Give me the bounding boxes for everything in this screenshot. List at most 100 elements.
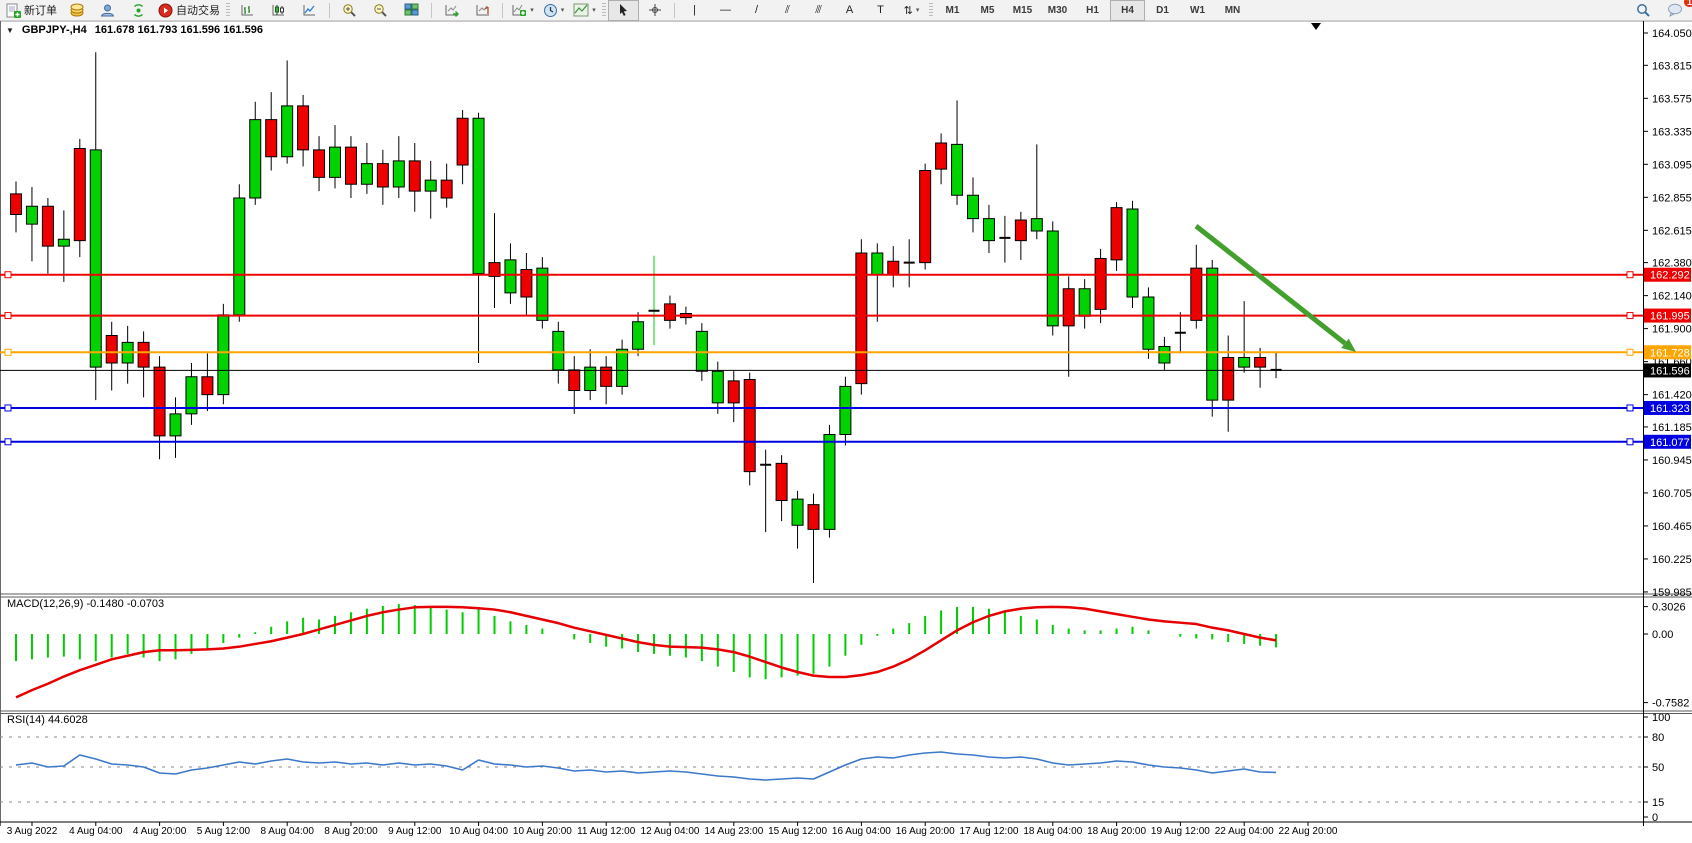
new-order-icon xyxy=(6,3,21,18)
main-toolbar: 新订单 自动交易 ▾ ▾ xyxy=(0,0,1692,21)
periods-button[interactable]: ▾ xyxy=(538,0,569,21)
timeframe-m30-button[interactable]: M30 xyxy=(1040,0,1075,21)
text-tool-button[interactable]: A xyxy=(834,0,865,21)
hline-handle[interactable] xyxy=(1627,349,1633,355)
hline-handle[interactable] xyxy=(5,349,11,355)
svg-text:4 Aug 04:00: 4 Aug 04:00 xyxy=(69,826,123,837)
crosshair-tool-button[interactable] xyxy=(639,0,670,21)
rsi-panel-divider[interactable] xyxy=(0,709,1643,714)
candlestick-icon xyxy=(271,3,286,17)
chart-menu-arrow-icon[interactable]: ▼ xyxy=(6,26,14,35)
zoom-out-button[interactable] xyxy=(365,0,396,21)
caret-down-icon: ▾ xyxy=(561,6,565,14)
macd-panel-divider[interactable] xyxy=(0,593,1643,598)
svg-text:161.077: 161.077 xyxy=(1650,437,1690,449)
rsi-indicator-label: RSI(14) 44.6028 xyxy=(7,714,88,726)
templates-button[interactable]: ▾ xyxy=(569,0,600,21)
rsi-dashed-levels xyxy=(0,737,1643,802)
new-order-label: 新订单 xyxy=(24,2,57,18)
vertical-line-tool-button[interactable]: | xyxy=(679,0,710,21)
svg-text:159.985: 159.985 xyxy=(1652,587,1692,599)
zoom-in-button[interactable] xyxy=(334,0,365,21)
line-chart-button[interactable] xyxy=(294,0,325,21)
tile-windows-button[interactable] xyxy=(396,0,427,21)
candlestick-chart-button[interactable] xyxy=(263,0,294,21)
new-order-button[interactable]: 新订单 xyxy=(2,0,61,21)
svg-text:162.292: 162.292 xyxy=(1650,270,1690,282)
timeframe-h1-button[interactable]: H1 xyxy=(1075,0,1110,21)
macd-layer xyxy=(16,604,1276,697)
hline-handle[interactable] xyxy=(5,272,11,278)
hline-handle[interactable] xyxy=(5,313,11,319)
svg-text:8 Aug 04:00: 8 Aug 04:00 xyxy=(261,826,315,837)
market-watch-button[interactable] xyxy=(61,0,92,21)
svg-text:161.728: 161.728 xyxy=(1650,347,1690,359)
auto-trading-button[interactable]: 自动交易 xyxy=(154,0,224,21)
chart-canvas[interactable]: 164.050163.815163.575163.335163.095162.8… xyxy=(0,0,1692,843)
toolbar-grip[interactable] xyxy=(226,3,230,18)
svg-text:161.596: 161.596 xyxy=(1650,365,1690,377)
shapes-icon: ⇅ xyxy=(904,4,913,17)
hline-handle[interactable] xyxy=(1627,439,1633,445)
svg-text:10 Aug 20:00: 10 Aug 20:00 xyxy=(513,826,572,837)
chart-shift-icon xyxy=(475,3,491,17)
svg-text:164.050: 164.050 xyxy=(1652,28,1692,40)
trend-arrow[interactable] xyxy=(1196,226,1356,352)
timeframe-h4-button[interactable]: H4 xyxy=(1110,0,1145,21)
radar-icon xyxy=(131,3,146,18)
bar-chart-button[interactable] xyxy=(232,0,263,21)
svg-text:0.3026: 0.3026 xyxy=(1652,602,1686,614)
timeframe-mn-button[interactable]: MN xyxy=(1215,0,1250,21)
horizontal-line-tool-button[interactable]: — xyxy=(710,0,741,21)
svg-text:80: 80 xyxy=(1652,732,1664,744)
crosshair-icon xyxy=(648,3,662,17)
svg-text:161.323: 161.323 xyxy=(1650,403,1690,415)
community-button[interactable] xyxy=(92,0,123,21)
chart-shift-marker-icon[interactable] xyxy=(1311,23,1321,30)
indicators-button[interactable]: ▾ xyxy=(507,0,538,21)
hline-handle[interactable] xyxy=(1627,272,1633,278)
svg-text:163.575: 163.575 xyxy=(1652,93,1692,105)
svg-text:16 Aug 20:00: 16 Aug 20:00 xyxy=(896,826,955,837)
caret-down-icon: ▾ xyxy=(916,6,920,14)
svg-text:22 Aug 04:00: 22 Aug 04:00 xyxy=(1215,826,1274,837)
hline-handle[interactable] xyxy=(5,405,11,411)
timeframe-m1-button[interactable]: M1 xyxy=(935,0,970,21)
svg-text:161.900: 161.900 xyxy=(1652,324,1692,336)
toolbar-grip[interactable] xyxy=(602,3,606,18)
arrows-tool-button[interactable]: ⇅ ▾ xyxy=(896,0,927,21)
svg-text:19 Aug 12:00: 19 Aug 12:00 xyxy=(1151,826,1210,837)
hline-handle[interactable] xyxy=(1627,405,1633,411)
svg-text:161.420: 161.420 xyxy=(1652,390,1692,402)
svg-text:161.185: 161.185 xyxy=(1652,422,1692,434)
fibonacci-tool-button[interactable]: ⫻ xyxy=(803,0,834,21)
time-axis: 3 Aug 20224 Aug 04:004 Aug 20:005 Aug 12… xyxy=(7,822,1338,837)
trendline-tool-button[interactable]: / xyxy=(741,0,772,21)
rsi-line xyxy=(16,752,1276,780)
svg-text:4 Aug 20:00: 4 Aug 20:00 xyxy=(133,826,187,837)
auto-trading-icon xyxy=(158,3,173,18)
chat-badge: 1 xyxy=(1684,0,1692,7)
chart-shift-button[interactable] xyxy=(467,0,498,21)
chart-ohlc-values: 161.678 161.793 161.596 161.596 xyxy=(95,24,263,36)
toolbar-grip[interactable] xyxy=(929,3,933,18)
equidistant-channel-tool-button[interactable]: ⫽ xyxy=(772,0,803,21)
svg-text:15: 15 xyxy=(1652,797,1664,809)
hline-handle[interactable] xyxy=(1627,313,1633,319)
timeframe-d1-button[interactable]: D1 xyxy=(1145,0,1180,21)
text-label-tool-button[interactable]: T xyxy=(865,0,896,21)
level-lines-layer[interactable] xyxy=(0,272,1643,445)
macd-signal-line xyxy=(16,607,1276,698)
timeframe-m5-button[interactable]: M5 xyxy=(970,0,1005,21)
auto-scroll-button[interactable] xyxy=(436,0,467,21)
timeframe-m15-button[interactable]: M15 xyxy=(1005,0,1040,21)
chat-button[interactable]: 1 xyxy=(1659,0,1690,21)
price-axis: 164.050163.815163.575163.335163.095162.8… xyxy=(1643,28,1692,824)
timeframe-w1-button[interactable]: W1 xyxy=(1180,0,1215,21)
search-button[interactable] xyxy=(1628,0,1659,21)
svg-text:22 Aug 20:00: 22 Aug 20:00 xyxy=(1279,826,1338,837)
hline-handle[interactable] xyxy=(5,439,11,445)
svg-text:100: 100 xyxy=(1652,712,1670,724)
signals-button[interactable] xyxy=(123,0,154,21)
cursor-tool-button[interactable] xyxy=(608,0,639,21)
